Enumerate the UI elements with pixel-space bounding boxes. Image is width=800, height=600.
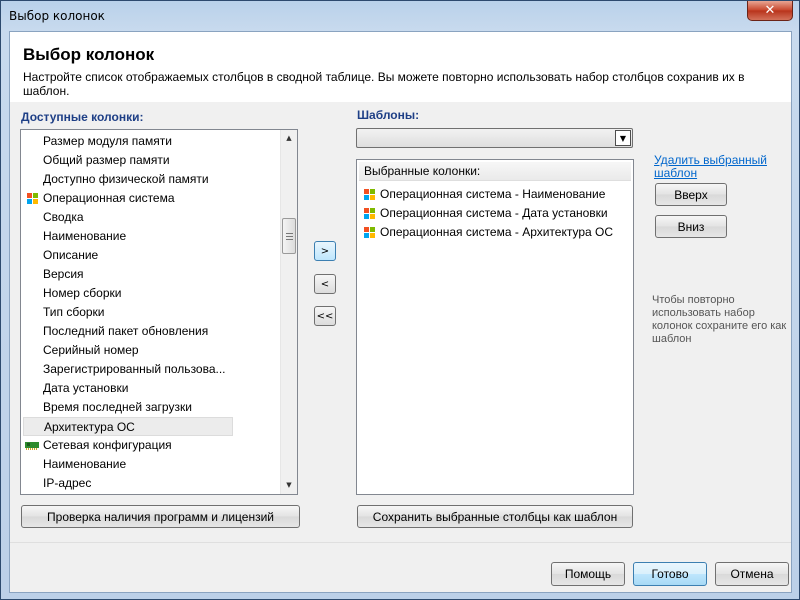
list-item-label: Доступно физической памяти <box>43 172 209 186</box>
move-down-button[interactable]: Вниз <box>655 215 727 238</box>
dialog-client: Выбор колонок Настройте список отображае… <box>9 31 792 593</box>
selected-column-item[interactable]: Операционная система - Дата установки <box>360 204 630 223</box>
selected-column-label: Операционная система - Дата установки <box>380 206 608 220</box>
selected-column-label: Операционная система - Наименование <box>380 187 606 201</box>
list-item-label: Тип сборки <box>43 305 105 319</box>
windows-logo-icon <box>27 193 38 204</box>
save-template-button[interactable]: Сохранить выбранные столбцы как шаблон <box>357 505 633 528</box>
available-columns-list[interactable]: Размер модуля памяти Общий размер памяти Д… <box>20 129 298 495</box>
templates-label: Шаблоны: <box>357 108 420 122</box>
windows-logo-icon <box>364 227 375 238</box>
available-columns-label: Доступные колонки: <box>21 110 144 124</box>
list-item[interactable]: Последний пакет обновления <box>23 322 233 341</box>
list-item-label: Архитектура ОС <box>44 420 135 434</box>
selected-column-item[interactable]: Операционная система - Архитектура ОС <box>360 223 630 242</box>
list-item[interactable]: Дата установки <box>23 379 233 398</box>
list-item[interactable]: Наименование <box>23 455 233 474</box>
list-item[interactable]: Наименование <box>23 227 233 246</box>
remove-all-columns-button[interactable]: << <box>314 306 336 326</box>
network-card-icon <box>25 442 39 450</box>
list-item[interactable]: Доступно физической памяти <box>23 170 233 189</box>
list-item[interactable]: Зарегистрированный пользова... <box>23 360 233 379</box>
template-hint: Чтобы повторно использовать набор колоно… <box>652 294 787 345</box>
selected-column-item[interactable]: Операционная система - Наименование <box>360 185 630 204</box>
windows-logo-icon <box>364 208 375 219</box>
scroll-up-icon[interactable]: ▲ <box>281 130 297 146</box>
list-item[interactable]: Размер модуля памяти <box>23 132 233 151</box>
add-column-button[interactable]: > <box>314 241 336 261</box>
list-item-label: Сетевая конфигурация <box>43 438 172 452</box>
list-item[interactable]: Тип сборки <box>23 303 233 322</box>
list-item[interactable]: Операционная система <box>23 189 233 208</box>
list-item[interactable]: Время последней загрузки <box>23 398 233 417</box>
move-up-button[interactable]: Вверх <box>655 183 727 206</box>
list-item[interactable]: Номер сборки <box>23 284 233 303</box>
list-item[interactable]: Сводка <box>23 208 233 227</box>
list-item-label: Наименование <box>43 457 127 471</box>
list-item-label: Зарегистрированный пользова... <box>43 362 226 376</box>
selected-columns-list[interactable]: Выбранные колонки: Операционная система … <box>356 159 634 495</box>
ok-button[interactable]: Готово <box>633 562 707 586</box>
list-item[interactable]: Серийный номер <box>23 341 233 360</box>
templates-dropdown[interactable]: ▼ <box>356 128 633 148</box>
scrollbar[interactable]: ▲ ▼ <box>280 130 297 494</box>
scroll-thumb[interactable] <box>282 218 296 254</box>
list-item-label: Номер сборки <box>43 286 122 300</box>
list-item-label: Операционная система <box>43 191 175 205</box>
list-item[interactable]: IP-адрес <box>23 474 233 493</box>
list-item-label: Общий размер памяти <box>43 153 170 167</box>
remove-column-button[interactable]: < <box>314 274 336 294</box>
list-item-label: Версия <box>43 267 84 281</box>
list-item[interactable]: Сетевая конфигурация <box>23 436 233 455</box>
cancel-button[interactable]: Отмена <box>715 562 789 586</box>
chevron-down-icon[interactable]: ▼ <box>615 130 631 146</box>
list-item-label: Наименование <box>43 229 127 243</box>
list-item-label: IP-адрес <box>43 476 92 490</box>
page-subtitle: Настройте список отображаемых столбцов в… <box>23 70 745 98</box>
list-item[interactable]: Версия <box>23 265 233 284</box>
close-button[interactable]: ✕ <box>747 1 793 21</box>
list-item-label: Размер модуля памяти <box>43 134 172 148</box>
check-programs-button[interactable]: Проверка наличия программ и лицензий <box>21 505 300 528</box>
scroll-down-icon[interactable]: ▼ <box>281 477 297 493</box>
list-item-label: Время последней загрузки <box>43 400 192 414</box>
delete-template-link[interactable]: Удалить выбранный шаблон <box>654 154 784 180</box>
dialog-window: Выбор колонок ✕ Выбор колонок Настройте … <box>0 0 800 600</box>
dialog-footer: Помощь Готово Отмена <box>10 542 791 592</box>
help-button[interactable]: Помощь <box>551 562 625 586</box>
list-item-label: Сводка <box>43 210 84 224</box>
selected-column-label: Операционная система - Архитектура ОС <box>380 225 614 239</box>
content-area: Доступные колонки: Размер модуля памяти О… <box>10 102 791 542</box>
window-title: Выбор колонок <box>9 9 105 23</box>
page-title: Выбор колонок <box>23 45 155 64</box>
list-item[interactable]: Архитектура ОС <box>23 417 233 436</box>
list-item-label: Описание <box>43 248 99 262</box>
list-item-label: Последний пакет обновления <box>43 324 209 338</box>
list-item-label: Дата установки <box>43 381 129 395</box>
title-bar[interactable]: Выбор колонок ✕ <box>1 1 799 31</box>
list-item[interactable]: Описание <box>23 246 233 265</box>
header: Выбор колонок Настройте список отображае… <box>10 32 791 102</box>
list-item[interactable]: Общий размер памяти <box>23 151 233 170</box>
list-item-label: Серийный номер <box>43 343 139 357</box>
selected-columns-header: Выбранные колонки: <box>359 162 631 181</box>
windows-logo-icon <box>364 189 375 200</box>
